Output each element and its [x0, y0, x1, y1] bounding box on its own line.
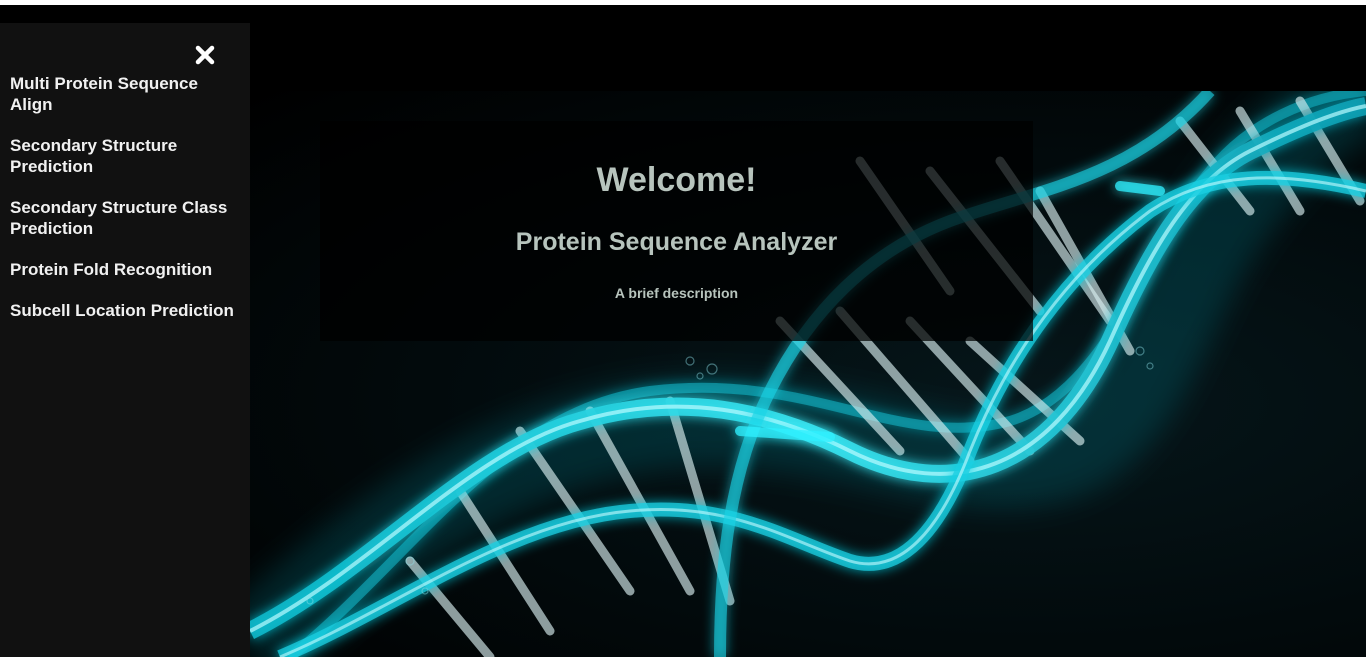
welcome-panel: Welcome! Protein Sequence Analyzer A bri…: [320, 121, 1033, 341]
nav-list: Multi Protein Sequence Align Secondary S…: [10, 73, 242, 341]
nav-item-multi-protein-sequence-align[interactable]: Multi Protein Sequence Align: [10, 73, 242, 115]
nav-item-protein-fold-recognition[interactable]: Protein Fold Recognition: [10, 259, 242, 280]
hero-section: Welcome! Protein Sequence Analyzer A bri…: [250, 91, 1366, 657]
app-description: A brief description: [614, 285, 739, 301]
nav-item-secondary-structure-class-prediction[interactable]: Secondary Structure Class Prediction: [10, 197, 242, 239]
nav-item-subcell-location-prediction[interactable]: Subcell Location Prediction: [10, 300, 242, 321]
close-icon-glyph: [195, 45, 215, 65]
close-icon[interactable]: [193, 43, 217, 67]
nav-item-secondary-structure-prediction[interactable]: Secondary Structure Prediction: [10, 135, 242, 177]
welcome-title: Welcome!: [596, 161, 757, 199]
side-nav: Multi Protein Sequence Align Secondary S…: [0, 23, 250, 657]
app-subtitle: Protein Sequence Analyzer: [515, 228, 838, 256]
page: Welcome! Protein Sequence Analyzer A bri…: [0, 0, 1366, 657]
